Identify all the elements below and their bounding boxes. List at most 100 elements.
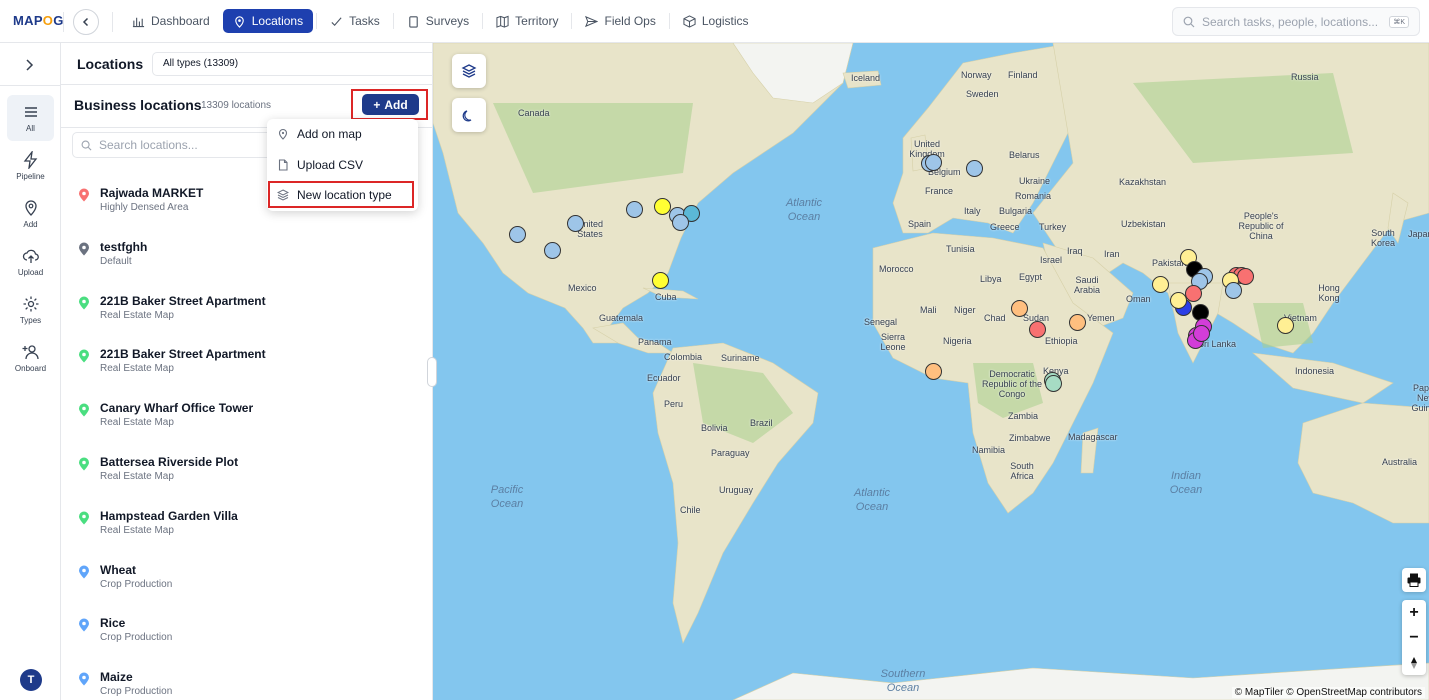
location-marker[interactable] bbox=[1170, 292, 1187, 309]
location-marker[interactable] bbox=[966, 160, 983, 177]
location-marker[interactable] bbox=[567, 215, 584, 232]
map-country-label: Norway bbox=[961, 70, 992, 80]
nav-separator bbox=[668, 13, 670, 29]
location-name: Battersea Riverside Plot bbox=[100, 455, 239, 469]
nav-logistics[interactable]: Logistics bbox=[673, 9, 759, 33]
panel-resize-handle[interactable] bbox=[427, 357, 437, 387]
location-type-select[interactable]: All types (13309) bbox=[152, 52, 432, 76]
map-country-label: Ethiopia bbox=[1045, 336, 1078, 346]
dark-mode-toggle[interactable] bbox=[452, 98, 486, 132]
gear-icon bbox=[23, 296, 38, 312]
location-type: Default bbox=[100, 255, 132, 267]
rail-item-pipeline[interactable]: Pipeline bbox=[7, 143, 54, 189]
back-button[interactable] bbox=[73, 9, 99, 35]
location-marker[interactable] bbox=[1045, 375, 1062, 392]
location-name: Canary Wharf Office Tower bbox=[100, 401, 254, 416]
nav-field-ops[interactable]: Field Ops bbox=[575, 9, 665, 33]
cloud-upload-icon bbox=[22, 249, 39, 263]
location-marker[interactable] bbox=[626, 201, 643, 218]
location-marker[interactable] bbox=[1193, 325, 1210, 342]
location-marker[interactable] bbox=[1011, 300, 1028, 317]
location-marker[interactable] bbox=[925, 363, 942, 380]
location-list-item[interactable]: Battersea Riverside Plot Real Estate Map bbox=[78, 455, 418, 495]
map-pin-icon bbox=[79, 349, 89, 363]
rail-item-types[interactable]: Types bbox=[7, 287, 54, 333]
zoom-out-button[interactable]: − bbox=[1402, 625, 1426, 650]
highlight-outline bbox=[268, 181, 414, 208]
send-icon bbox=[585, 15, 599, 27]
location-list-item[interactable]: 221B Baker Street Apartment Real Estate M… bbox=[78, 294, 418, 334]
map-pin-icon bbox=[79, 242, 89, 256]
location-marker[interactable] bbox=[652, 272, 669, 289]
location-type: Highly Densed Area bbox=[100, 202, 189, 213]
location-marker[interactable] bbox=[1069, 314, 1086, 331]
map-country-label: South Korea bbox=[1370, 228, 1396, 248]
file-icon bbox=[278, 159, 288, 171]
nav-locations[interactable]: Locations bbox=[222, 9, 314, 33]
location-list-item[interactable]: Maize Crop Production bbox=[78, 670, 418, 700]
nav-separator bbox=[482, 13, 484, 29]
location-list-item[interactable]: 221B Baker Street Apartment Real Estate M… bbox=[78, 347, 418, 387]
location-marker[interactable] bbox=[1029, 321, 1046, 338]
map-pin-icon bbox=[79, 618, 89, 632]
printer-icon bbox=[1407, 573, 1421, 587]
nav-label: Dashboard bbox=[151, 14, 210, 28]
menu-item-label: Add on map bbox=[297, 127, 362, 141]
land-indonesia bbox=[1252, 352, 1394, 404]
box-icon bbox=[683, 14, 696, 28]
compass-button[interactable] bbox=[1402, 650, 1426, 675]
world-map[interactable]: Iceland Norway Finland Sweden Russia Canada Un… bbox=[433, 43, 1429, 700]
print-button[interactable] bbox=[1402, 568, 1426, 592]
rail-item-onboard[interactable]: Onboard bbox=[7, 335, 54, 381]
rail-item-upload[interactable]: Upload bbox=[7, 239, 54, 285]
user-avatar[interactable]: T bbox=[20, 669, 42, 691]
rail-label: Types bbox=[19, 316, 42, 325]
location-marker[interactable] bbox=[925, 154, 942, 171]
rail-item-add[interactable]: Add bbox=[7, 191, 54, 237]
rail-label: Pipeline bbox=[16, 172, 45, 181]
expand-rail-button[interactable] bbox=[21, 57, 37, 78]
global-search-input[interactable]: Search tasks, people, locations... ⌘K bbox=[1172, 7, 1420, 36]
location-list-item[interactable]: Hampstead Garden Villa Real Estate Map bbox=[78, 509, 418, 549]
map-country-label: Senegal bbox=[864, 317, 898, 327]
location-list-item[interactable]: Rice Crop Production bbox=[78, 616, 418, 656]
location-marker[interactable] bbox=[672, 214, 689, 231]
menu-item-add-on-map[interactable]: Add on map bbox=[277, 123, 362, 145]
nav-dashboard[interactable]: Dashboard bbox=[122, 9, 220, 33]
add-button[interactable]: + Add bbox=[362, 94, 419, 115]
map-pin-icon bbox=[79, 457, 89, 471]
location-search-input[interactable]: Search locations... bbox=[72, 132, 272, 158]
location-type: Crop Production bbox=[100, 686, 173, 698]
map-country-label: Australia bbox=[1382, 457, 1418, 467]
location-marker[interactable] bbox=[544, 242, 561, 259]
map-attribution: © MapTiler © OpenStreetMap contributors bbox=[1231, 687, 1425, 698]
app-logo[interactable]: MAPOG bbox=[13, 13, 64, 28]
map-country-label: Ukraine bbox=[1019, 176, 1051, 186]
map-country-label: Sweden bbox=[966, 89, 999, 99]
user-add-icon bbox=[22, 345, 39, 360]
location-marker[interactable] bbox=[1152, 276, 1169, 293]
location-marker[interactable] bbox=[1237, 268, 1254, 285]
map-ocean-label: Southern Ocean bbox=[880, 668, 926, 694]
menu-item-upload-csv[interactable]: Upload CSV bbox=[277, 154, 363, 176]
map-country-label: Paraguay bbox=[711, 448, 750, 458]
location-list-item[interactable]: Canary Wharf Office Tower Real Estate Map bbox=[78, 401, 418, 441]
nav-tasks[interactable]: Tasks bbox=[320, 9, 390, 33]
layers-button[interactable] bbox=[452, 54, 486, 88]
nav-surveys[interactable]: Surveys bbox=[397, 9, 479, 33]
zoom-in-button[interactable]: + bbox=[1402, 600, 1426, 625]
location-list-item[interactable]: testfghh Default bbox=[78, 240, 418, 280]
map-country-label: Mexico bbox=[568, 283, 597, 293]
location-marker[interactable] bbox=[509, 226, 526, 243]
nav-territory[interactable]: Territory bbox=[486, 9, 568, 33]
location-list-item[interactable]: Wheat Crop Production bbox=[78, 563, 418, 603]
map-country-label: Israel bbox=[1040, 255, 1063, 265]
moon-icon bbox=[462, 110, 472, 122]
location-type: Real Estate Map bbox=[100, 417, 174, 429]
location-marker[interactable] bbox=[1225, 282, 1242, 299]
location-name: Hampstead Garden Villa bbox=[100, 508, 238, 523]
location-type: Crop Production bbox=[100, 632, 173, 644]
rail-item-all[interactable]: All bbox=[7, 95, 54, 141]
map-ocean-label: Pacific Ocean bbox=[490, 484, 524, 510]
location-marker[interactable] bbox=[1277, 317, 1294, 334]
